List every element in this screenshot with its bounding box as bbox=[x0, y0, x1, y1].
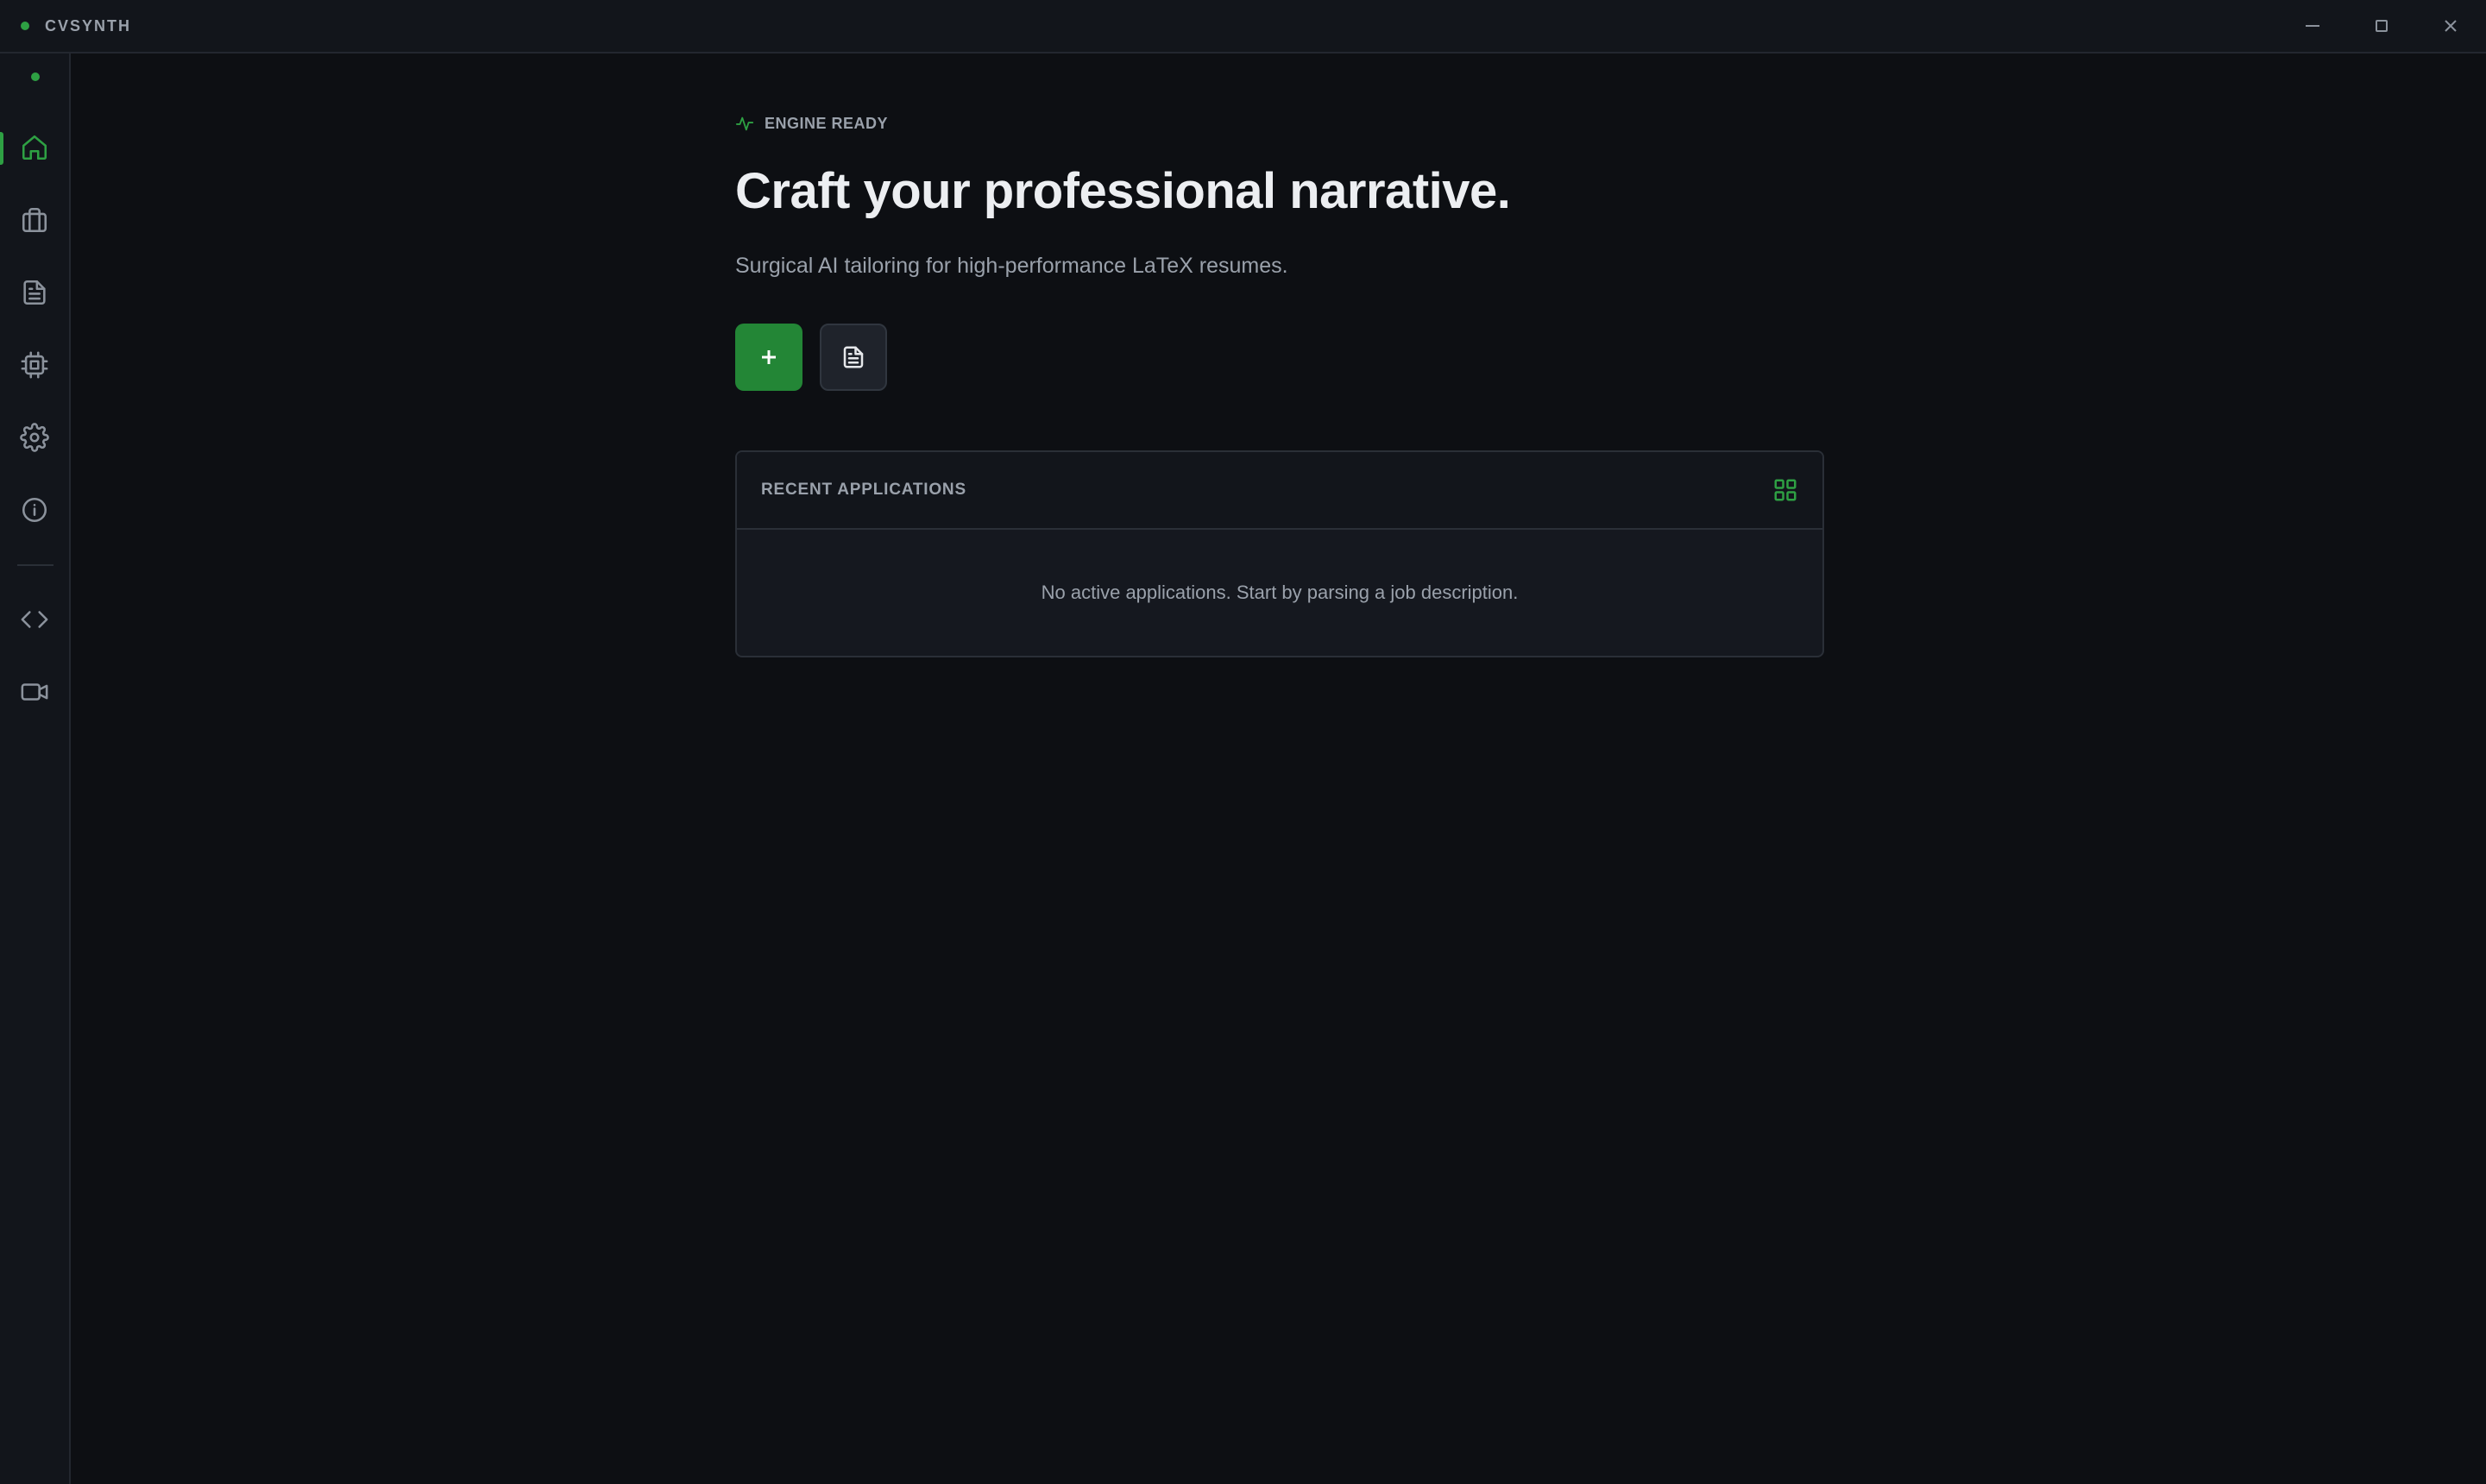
page-title: Craft your professional narrative. bbox=[735, 163, 1511, 219]
sidebar-item-documents[interactable] bbox=[0, 267, 69, 318]
video-icon bbox=[21, 683, 48, 701]
plus-icon bbox=[762, 350, 776, 364]
open-resume-button[interactable] bbox=[820, 324, 887, 391]
sidebar-item-engine[interactable] bbox=[0, 339, 69, 391]
document-icon bbox=[23, 280, 46, 305]
sidebar-item-home[interactable] bbox=[0, 122, 69, 173]
document-icon bbox=[843, 346, 864, 368]
sidebar bbox=[0, 53, 71, 1484]
cpu-icon bbox=[21, 351, 48, 379]
info-icon bbox=[22, 497, 47, 523]
minimize-button[interactable] bbox=[2278, 0, 2347, 52]
sidebar-item-jobs[interactable] bbox=[0, 194, 69, 246]
recent-applications-header: RECENT APPLICATIONS bbox=[737, 452, 1822, 530]
home-icon bbox=[22, 135, 47, 160]
minimize-icon bbox=[2306, 25, 2319, 27]
recent-applications-panel: RECENT APPLICATIONS No active applicatio… bbox=[735, 450, 1824, 657]
sidebar-item-video[interactable] bbox=[0, 666, 69, 718]
title-bar: CVSYNTH bbox=[0, 0, 2486, 53]
activity-icon bbox=[735, 116, 754, 131]
app-title: CVSYNTH bbox=[45, 16, 132, 35]
engine-status: ENGINE READY bbox=[735, 114, 888, 133]
app-status-dot bbox=[21, 22, 29, 30]
maximize-icon bbox=[2376, 20, 2388, 32]
maximize-button[interactable] bbox=[2347, 0, 2416, 52]
engine-status-label: ENGINE READY bbox=[765, 114, 889, 132]
connection-status-dot bbox=[31, 72, 40, 81]
sidebar-item-settings[interactable] bbox=[0, 412, 69, 463]
new-application-button[interactable] bbox=[735, 324, 802, 391]
page-subtitle: Surgical AI tailoring for high-performan… bbox=[735, 254, 1288, 278]
sidebar-divider bbox=[17, 564, 53, 566]
grid-icon[interactable] bbox=[1772, 477, 1798, 503]
close-icon bbox=[2445, 20, 2457, 32]
code-icon bbox=[21, 611, 48, 628]
close-button[interactable] bbox=[2416, 0, 2485, 52]
briefcase-icon bbox=[22, 207, 47, 233]
sidebar-item-code[interactable] bbox=[0, 594, 69, 645]
recent-applications-title: RECENT APPLICATIONS bbox=[761, 481, 966, 499]
sidebar-item-about[interactable] bbox=[0, 484, 69, 536]
recent-applications-empty-state: No active applications. Start by parsing… bbox=[1041, 582, 1519, 603]
gear-icon bbox=[20, 423, 49, 452]
